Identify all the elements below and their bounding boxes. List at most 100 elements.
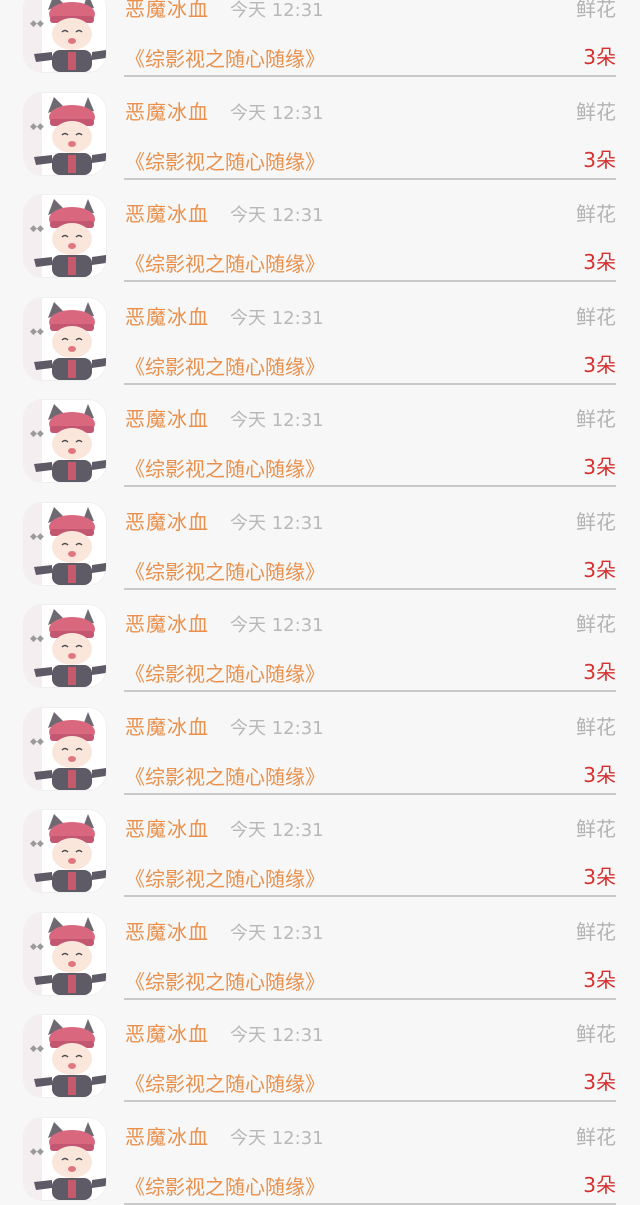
list-item[interactable]: ◆◆ 恶魔冰血 今天 12:31 鲜花 《综影视之随心随缘》 3朵 [0, 1098, 640, 1205]
cartoon-avatar-icon: ◆◆ [24, 707, 106, 790]
gift-amount: 3朵 [583, 865, 616, 889]
gift-amount: 3朵 [583, 45, 616, 69]
avatar[interactable]: ◆◆ [24, 0, 106, 72]
list-item[interactable]: ◆◆ 恶魔冰血 今天 12:31 鲜花 《综影视之随心随缘》 3朵 [0, 0, 640, 77]
book-title[interactable]: 《综影视之随心随缘》 [125, 966, 325, 995]
list-item[interactable]: ◆◆ 恶魔冰血 今天 12:31 鲜花 《综影视之随心随缘》 3朵 [0, 483, 640, 590]
book-title[interactable]: 《综影视之随心随缘》 [125, 863, 325, 892]
gift-record-list: ◆◆ 恶魔冰血 今天 12:31 鲜花 《综影视之随心随缘》 3朵 ◆◆ 恶魔冰… [0, 0, 640, 1205]
svg-text:◆◆: ◆◆ [30, 737, 44, 747]
username[interactable]: 恶魔冰血 [125, 96, 209, 125]
divider [124, 1202, 616, 1205]
avatar[interactable]: ◆◆ [24, 195, 106, 277]
username[interactable]: 恶魔冰血 [125, 301, 209, 330]
timestamp: 今天 12:31 [230, 1025, 324, 1046]
list-item[interactable]: ◆◆ 恶魔冰血 今天 12:31 鲜花 《综影视之随心随缘》 3朵 [0, 380, 640, 487]
avatar[interactable]: ◆◆ [24, 92, 106, 175]
svg-text:◆◆: ◆◆ [30, 532, 44, 542]
gift-amount: 3朵 [583, 147, 616, 172]
avatar[interactable]: ◆◆ [24, 605, 106, 687]
avatar[interactable]: ◆◆ [24, 810, 106, 892]
cartoon-avatar-icon: ◆◆ [24, 1117, 106, 1200]
gift-type: 鲜花 [576, 919, 616, 944]
book-title[interactable]: 《综影视之随心随缘》 [125, 43, 325, 72]
gift-type: 鲜花 [576, 99, 616, 124]
avatar[interactable]: ◆◆ [24, 1015, 106, 1097]
gift-type: 鲜花 [576, 612, 616, 636]
svg-text:◆◆: ◆◆ [30, 1147, 44, 1157]
username[interactable]: 恶魔冰血 [125, 813, 209, 842]
gift-type: 鲜花 [576, 817, 616, 841]
list-item[interactable]: ◆◆ 恶魔冰血 今天 12:31 鲜花 《综影视之随心随缘》 3朵 [0, 175, 640, 282]
username[interactable]: 恶魔冰血 [125, 0, 209, 22]
svg-text:◆◆: ◆◆ [30, 224, 44, 234]
book-title[interactable]: 《综影视之随心随缘》 [125, 146, 325, 175]
list-item[interactable]: ◆◆ 恶魔冰血 今天 12:31 鲜花 《综影视之随心随缘》 3朵 [0, 790, 640, 897]
username[interactable]: 恶魔冰血 [125, 1018, 209, 1047]
cartoon-avatar-icon: ◆◆ [24, 297, 106, 380]
timestamp: 今天 12:31 [230, 0, 324, 21]
timestamp: 今天 12:31 [230, 410, 324, 431]
avatar[interactable]: ◆◆ [24, 502, 106, 585]
cartoon-avatar-icon: ◆◆ [24, 605, 106, 687]
timestamp: 今天 12:31 [230, 512, 324, 534]
book-title[interactable]: 《综影视之随心随缘》 [125, 351, 325, 380]
avatar[interactable]: ◆◆ [24, 707, 106, 790]
username[interactable]: 恶魔冰血 [125, 916, 209, 945]
list-item[interactable]: ◆◆ 恶魔冰血 今天 12:31 鲜花 《综影视之随心随缘》 3朵 [0, 585, 640, 692]
book-title[interactable]: 《综影视之随心随缘》 [125, 658, 325, 687]
cartoon-avatar-icon: ◆◆ [24, 92, 106, 175]
book-title[interactable]: 《综影视之随心随缘》 [125, 761, 325, 790]
gift-amount: 3朵 [583, 660, 616, 684]
avatar[interactable]: ◆◆ [24, 297, 106, 380]
svg-text:◆◆: ◆◆ [30, 327, 44, 337]
avatar[interactable]: ◆◆ [24, 1117, 106, 1200]
gift-amount: 3朵 [583, 557, 616, 582]
svg-text:◆◆: ◆◆ [30, 19, 44, 29]
book-title[interactable]: 《综影视之随心随缘》 [125, 248, 325, 277]
cartoon-avatar-icon: ◆◆ [24, 810, 106, 892]
gift-type: 鲜花 [576, 1022, 616, 1046]
avatar[interactable]: ◆◆ [24, 400, 106, 482]
list-item[interactable]: ◆◆ 恶魔冰血 今天 12:31 鲜花 《综影视之随心随缘》 3朵 [0, 73, 640, 180]
timestamp: 今天 12:31 [230, 615, 324, 636]
gift-type: 鲜花 [576, 1124, 616, 1149]
cartoon-avatar-icon: ◆◆ [24, 195, 106, 277]
username[interactable]: 恶魔冰血 [125, 1121, 209, 1150]
username[interactable]: 恶魔冰血 [125, 403, 209, 432]
list-item[interactable]: ◆◆ 恶魔冰血 今天 12:31 鲜花 《综影视之随心随缘》 3朵 [0, 893, 640, 1000]
timestamp: 今天 12:31 [230, 307, 324, 329]
avatar[interactable]: ◆◆ [24, 912, 106, 995]
username[interactable]: 恶魔冰血 [125, 711, 209, 740]
book-title[interactable]: 《综影视之随心随缘》 [125, 556, 325, 585]
gift-amount: 3朵 [583, 250, 616, 274]
svg-text:◆◆: ◆◆ [30, 429, 44, 439]
cartoon-avatar-icon: ◆◆ [24, 400, 106, 482]
timestamp: 今天 12:31 [230, 1127, 324, 1149]
svg-text:◆◆: ◆◆ [30, 839, 44, 849]
username[interactable]: 恶魔冰血 [125, 506, 209, 535]
gift-type: 鲜花 [576, 509, 616, 534]
timestamp: 今天 12:31 [230, 820, 324, 841]
username[interactable]: 恶魔冰血 [125, 608, 209, 637]
book-title[interactable]: 《综影视之随心随缘》 [125, 1171, 325, 1200]
gift-amount: 3朵 [583, 762, 616, 787]
timestamp: 今天 12:31 [230, 922, 324, 944]
gift-type: 鲜花 [576, 304, 616, 329]
cartoon-avatar-icon: ◆◆ [24, 1015, 106, 1097]
svg-text:◆◆: ◆◆ [30, 942, 44, 952]
gift-type: 鲜花 [576, 202, 616, 226]
gift-amount: 3朵 [583, 1172, 616, 1197]
svg-text:◆◆: ◆◆ [30, 1044, 44, 1054]
gift-amount: 3朵 [583, 967, 616, 992]
book-title[interactable]: 《综影视之随心随缘》 [125, 453, 325, 482]
cartoon-avatar-icon: ◆◆ [24, 912, 106, 995]
gift-type: 鲜花 [576, 0, 616, 21]
book-title[interactable]: 《综影视之随心随缘》 [125, 1068, 325, 1097]
list-item[interactable]: ◆◆ 恶魔冰血 今天 12:31 鲜花 《综影视之随心随缘》 3朵 [0, 278, 640, 385]
username[interactable]: 恶魔冰血 [125, 198, 209, 227]
list-item[interactable]: ◆◆ 恶魔冰血 今天 12:31 鲜花 《综影视之随心随缘》 3朵 [0, 995, 640, 1102]
cartoon-avatar-icon: ◆◆ [24, 0, 106, 72]
timestamp: 今天 12:31 [230, 205, 324, 226]
list-item[interactable]: ◆◆ 恶魔冰血 今天 12:31 鲜花 《综影视之随心随缘》 3朵 [0, 688, 640, 795]
